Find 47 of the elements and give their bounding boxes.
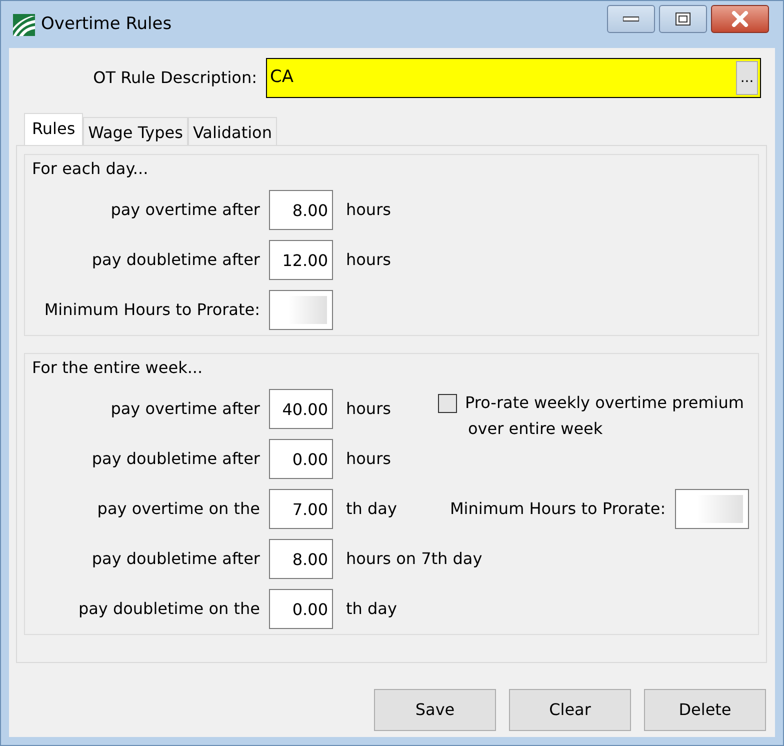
unit-label: hours on 7th day bbox=[346, 548, 482, 570]
action-button[interactable]: Save bbox=[374, 689, 496, 731]
window-title: Overtime Rules bbox=[41, 12, 172, 36]
unit-label: th day bbox=[346, 498, 397, 520]
tab[interactable]: Rules bbox=[24, 113, 84, 145]
minimize-icon bbox=[623, 16, 639, 22]
checkbox[interactable] bbox=[438, 394, 457, 412]
description-field[interactable]: CA ... bbox=[266, 58, 761, 98]
number-field[interactable]: 40.00 bbox=[269, 389, 333, 429]
maximize-icon bbox=[675, 12, 691, 26]
action-button[interactable]: Delete bbox=[644, 689, 766, 731]
number-field[interactable] bbox=[674, 489, 749, 529]
unit-label: hours bbox=[346, 199, 391, 221]
unit-label: hours bbox=[346, 448, 391, 470]
section-title: For the entire week... bbox=[32, 357, 204, 379]
maximize-button[interactable] bbox=[659, 4, 707, 32]
field-label: Minimum Hours to Prorate: bbox=[43, 299, 261, 321]
minimize-button[interactable] bbox=[607, 4, 655, 32]
tab[interactable]: Validation bbox=[188, 117, 277, 145]
action-button[interactable]: Clear bbox=[509, 689, 631, 731]
field-label: pay doubletime after bbox=[90, 249, 261, 271]
field-label: pay doubletime after bbox=[90, 448, 261, 470]
browse-button[interactable]: ... bbox=[736, 61, 758, 95]
field-label: pay overtime after bbox=[110, 199, 261, 221]
app-logo-icon bbox=[13, 14, 35, 36]
number-field[interactable]: 0.00 bbox=[269, 589, 333, 629]
field-label: pay doubletime on the bbox=[77, 598, 261, 620]
number-field[interactable]: 12.00 bbox=[269, 240, 333, 280]
number-field[interactable] bbox=[269, 290, 333, 330]
number-field[interactable]: 0.00 bbox=[269, 439, 333, 479]
unit-label: hours bbox=[346, 398, 391, 420]
unit-label: hours bbox=[346, 249, 391, 271]
tab[interactable]: Wage Types bbox=[83, 117, 188, 145]
field-label: pay overtime on the bbox=[96, 498, 261, 520]
section-title: For each day... bbox=[32, 158, 150, 180]
checkbox-label: Pro-rate weekly overtime premium bbox=[465, 392, 744, 414]
field-label: pay overtime after bbox=[110, 398, 261, 420]
field-label: OT Rule Description: bbox=[92, 67, 258, 89]
field-label: Minimum Hours to Prorate: bbox=[450, 498, 666, 520]
checkbox-label: over entire week bbox=[468, 418, 604, 440]
unit-label: th day bbox=[346, 598, 397, 620]
close-button[interactable] bbox=[711, 4, 769, 32]
field-label: pay doubletime after bbox=[90, 548, 261, 570]
number-field[interactable]: 8.00 bbox=[269, 539, 333, 579]
number-field[interactable]: 8.00 bbox=[269, 190, 333, 230]
close-icon bbox=[731, 10, 749, 26]
number-field[interactable]: 7.00 bbox=[269, 489, 333, 529]
